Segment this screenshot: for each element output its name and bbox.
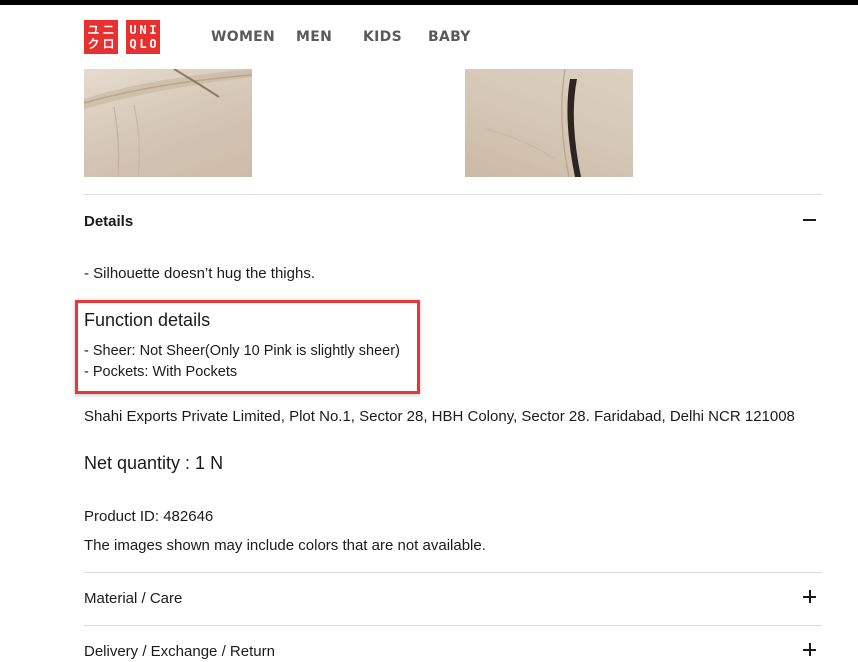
logo-char: L [139, 37, 147, 51]
logo-char: ユ [87, 23, 100, 37]
logo-char: ク [87, 37, 100, 51]
silhouette-text: - Silhouette doesn’t hug the thighs. [84, 265, 315, 282]
logo-char: Q [129, 37, 137, 51]
details-heading[interactable]: Details [84, 213, 133, 230]
nav-kids[interactable]: KIDS [363, 29, 402, 45]
minus-icon[interactable] [802, 212, 818, 228]
logo-char: U [129, 23, 137, 37]
nav-women[interactable]: WOMEN [211, 29, 275, 45]
manufacturer-text: Shahi Exports Private Limited, Plot No.1… [84, 408, 795, 425]
logo-char: I [149, 23, 157, 37]
plus-icon[interactable] [802, 589, 818, 605]
plus-icon-v [809, 643, 811, 656]
logo-katakana-block: ユ ニ ク ロ [84, 20, 118, 54]
minus-icon-bar [803, 219, 816, 221]
material-care-label[interactable]: Material / Care [84, 590, 182, 607]
logo-char: O [149, 37, 157, 51]
nav-men[interactable]: MEN [296, 29, 332, 45]
logo-char: ロ [102, 37, 115, 51]
uniqlo-logo[interactable]: ユ ニ ク ロ U N I Q L O [84, 20, 160, 54]
product-image-waistband[interactable] [84, 69, 252, 177]
divider [84, 625, 822, 626]
function-detail-sheer: - Sheer: Not Sheer(Only 10 Pink is sligh… [84, 343, 400, 359]
plus-icon[interactable] [802, 642, 818, 658]
site-header: ユ ニ ク ロ U N I Q L O WOMEN MEN KIDS BABY [0, 5, 858, 69]
divider [84, 194, 822, 195]
logo-char: ニ [102, 23, 115, 37]
product-id: Product ID: 482646 [84, 508, 214, 525]
logo-latin-block: U N I Q L O [126, 20, 160, 54]
delivery-exchange-return-label[interactable]: Delivery / Exchange / Return [84, 643, 275, 660]
pocket-illustration [484, 69, 581, 177]
waistband-illustration [84, 69, 252, 177]
net-quantity: Net quantity : 1 N [84, 453, 224, 473]
logo-char: N [139, 23, 147, 37]
function-details-heading: Function details [84, 310, 211, 330]
nav-baby[interactable]: BABY [428, 29, 471, 45]
divider [84, 572, 822, 573]
product-image-pocket[interactable] [465, 69, 633, 177]
function-detail-pockets: - Pockets: With Pockets [84, 364, 238, 380]
image-color-note: The images shown may include colors that… [84, 537, 486, 554]
plus-icon-v [809, 590, 811, 603]
